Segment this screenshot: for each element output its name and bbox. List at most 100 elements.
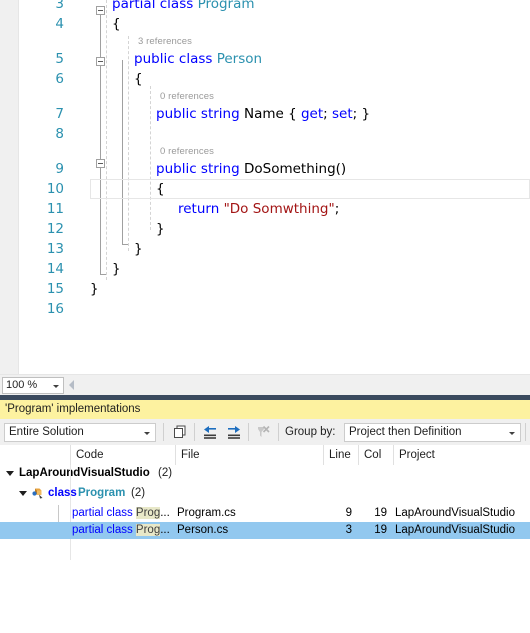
horizontal-scroll-left-icon[interactable] — [69, 380, 74, 390]
code-line-text[interactable]: { — [112, 14, 121, 34]
code-line-text[interactable]: public string DoSomething() — [156, 159, 346, 179]
result-code-prefix: partial class — [72, 507, 136, 519]
result-project-cell: LapAroundVisualStudio — [395, 524, 515, 536]
code-line-text[interactable]: public string Name { get; set; } — [156, 104, 370, 124]
result-project-cell: LapAroundVisualStudio — [395, 507, 515, 519]
result-code-cell: partial class Prog... — [72, 505, 175, 522]
toolbar-separator — [163, 423, 164, 441]
code-token: } — [112, 261, 121, 277]
codelens-references[interactable]: 0 references — [160, 144, 214, 160]
grid-column-header-file[interactable]: File — [175, 445, 323, 465]
chevron-down-icon — [144, 432, 150, 435]
code-token: set — [332, 106, 353, 122]
code-line-text[interactable]: return "Do Somwthing"; — [178, 199, 339, 219]
code-token: Program — [197, 0, 255, 12]
zoom-level-combo[interactable]: 100 % — [2, 377, 64, 394]
codelens-references[interactable]: 3 references — [138, 34, 192, 50]
code-token: { — [134, 71, 143, 87]
new-window-button[interactable] — [170, 423, 190, 442]
line-number: 3 — [55, 0, 64, 12]
grid-column-header-code[interactable]: Code — [70, 445, 175, 465]
code-token: ; — [334, 201, 340, 217]
expander-project-icon[interactable] — [6, 471, 14, 476]
collapse-box-line-9[interactable] — [96, 159, 105, 168]
code-token: public string — [156, 106, 244, 122]
result-row[interactable]: partial class Prog... Program.cs 9 19 LapAro… — [0, 505, 530, 522]
tree-node-project[interactable]: LapAroundVisualStudio (2) — [0, 465, 530, 482]
new-window-icon — [174, 425, 186, 438]
code-token: { — [112, 16, 121, 32]
code-line-text[interactable]: } — [112, 259, 121, 279]
collapse-box-line-5[interactable] — [96, 57, 105, 66]
code-token: public string — [156, 161, 244, 177]
code-line-text[interactable]: { — [156, 179, 165, 199]
code-editor[interactable]: 3 partial class Program 4 {3 references 5 pub… — [0, 0, 530, 374]
editor-indicator-margin[interactable] — [0, 0, 19, 374]
result-code-ellipsis: ... — [160, 507, 170, 519]
code-line-text[interactable]: partial class Program — [112, 0, 255, 14]
result-code-prefix: partial class — [72, 524, 136, 536]
code-token: get — [300, 106, 324, 122]
zoom-level-value: 100 % — [6, 379, 38, 391]
group-by-combo-value: Project then Definition — [349, 426, 462, 438]
code-line-text[interactable]: } — [90, 279, 99, 299]
code-token: "Do Somwthing" — [223, 201, 335, 217]
code-token: Person — [216, 51, 263, 67]
editor-code-surface[interactable]: 3 partial class Program 4 {3 references 5 pub… — [18, 0, 530, 374]
code-token: partial class — [112, 0, 198, 12]
tree-node-class-count: (2) — [131, 487, 146, 499]
find-results-title: 'Program' implementations — [0, 400, 530, 419]
result-code-ellipsis: ... — [160, 524, 170, 536]
grid-column-header-tree[interactable] — [0, 445, 70, 465]
find-results-window: 'Program' implementations Entire Solutio… — [0, 395, 530, 633]
result-file-cell: Program.cs — [177, 507, 236, 519]
results-grid-header[interactable]: Code File Line Col Project — [0, 445, 530, 466]
group-by-label: Group by: — [285, 426, 336, 438]
line-number: 10 — [46, 181, 64, 197]
collapse-all-button[interactable] — [200, 423, 220, 442]
expander-class-icon[interactable] — [19, 491, 27, 496]
grid-column-header-project[interactable]: Project — [393, 445, 530, 465]
code-token: ; } — [352, 106, 371, 122]
line-number: 12 — [46, 221, 64, 237]
scope-combo[interactable]: Entire Solution — [4, 423, 156, 442]
clear-filter-button[interactable] — [254, 423, 274, 442]
code-token: { — [288, 106, 301, 122]
code-token: } — [90, 281, 99, 297]
chevron-down-icon — [53, 385, 59, 388]
outline-bar-program — [100, 10, 101, 274]
grid-column-header-col[interactable]: Col — [358, 445, 393, 465]
line-number: 6 — [55, 71, 64, 87]
line-number: 14 — [46, 261, 64, 277]
code-line-text[interactable]: public class Person — [134, 49, 262, 69]
scope-combo-value: Entire Solution — [9, 426, 84, 438]
collapse-all-icon — [204, 426, 216, 439]
group-by-combo[interactable]: Project then Definition — [344, 423, 521, 442]
chevron-down-icon — [509, 432, 515, 435]
code-token: public class — [134, 51, 217, 67]
code-token: } — [134, 241, 143, 257]
code-line-text[interactable]: { — [134, 69, 143, 89]
expand-all-button[interactable] — [224, 423, 244, 442]
line-number: 16 — [46, 301, 64, 317]
toolbar-separator — [525, 423, 526, 441]
result-code-hit: Prog — [135, 524, 161, 536]
collapse-box-line-3[interactable] — [96, 6, 105, 15]
code-token: } — [156, 221, 165, 237]
find-results-toolbar: Entire Solution Group by: Project then D… — [0, 419, 530, 446]
result-code-hit: Prog — [135, 507, 161, 519]
toolbar-separator — [194, 423, 195, 441]
code-token: ; — [323, 106, 332, 122]
code-token: { — [156, 181, 165, 197]
code-token: Name — [243, 106, 289, 122]
code-token: DoSomething() — [243, 161, 347, 177]
grid-column-header-line[interactable]: Line — [323, 445, 358, 465]
tree-node-class-name: Program — [78, 487, 126, 499]
codelens-references[interactable]: 0 references — [160, 89, 214, 105]
code-line-text[interactable]: } — [156, 219, 165, 239]
code-line-text[interactable]: } — [134, 239, 143, 259]
tree-node-class[interactable]: class Program (2) — [0, 485, 530, 502]
result-file-cell: Person.cs — [177, 524, 229, 536]
result-row[interactable]: partial class Prog... Person.cs 3 19 LapArou… — [0, 522, 530, 539]
results-grid-body[interactable]: LapAroundVisualStudio (2) class Program … — [0, 465, 530, 633]
